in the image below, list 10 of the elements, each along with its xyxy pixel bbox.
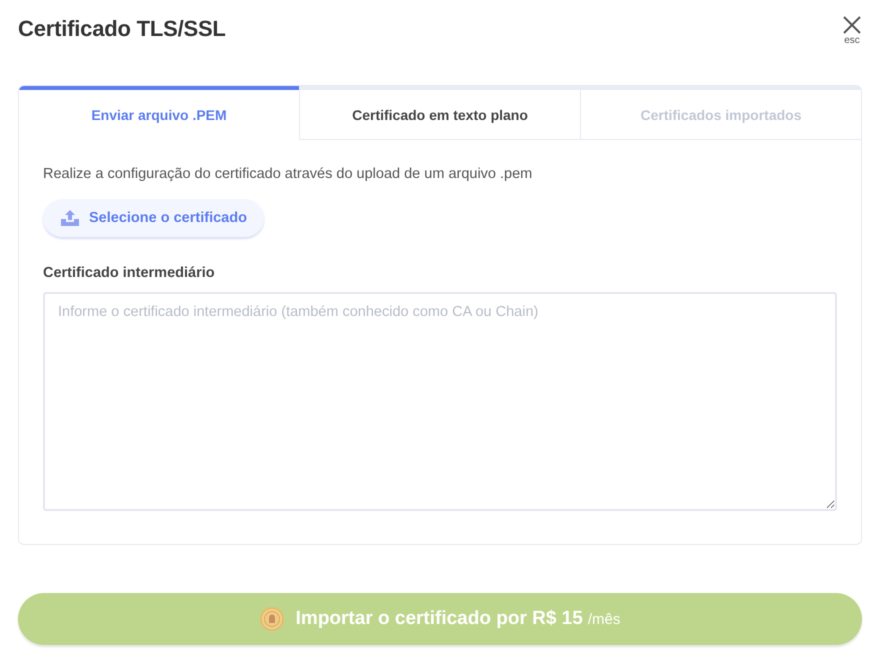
coin-icon bbox=[260, 607, 284, 631]
tab[interactable]: Certificado em texto plano bbox=[299, 86, 580, 140]
field-label: Certificado intermediário bbox=[43, 265, 216, 281]
input-field[interactable]: Informe o certificado intermediário (também conhecido como CA ou Chain) bbox=[43, 292, 837, 511]
upload-button[interactable]: Selecione o certificado bbox=[43, 199, 264, 237]
upload-icon bbox=[60, 209, 80, 227]
dialog-title: Certificado TLS/SSL bbox=[18, 16, 226, 42]
close-button[interactable]: esc bbox=[842, 15, 862, 46]
description-text: Realize a configuração do certificado através do upload de um arquivo .pem bbox=[43, 166, 534, 182]
close-icon bbox=[842, 15, 862, 35]
